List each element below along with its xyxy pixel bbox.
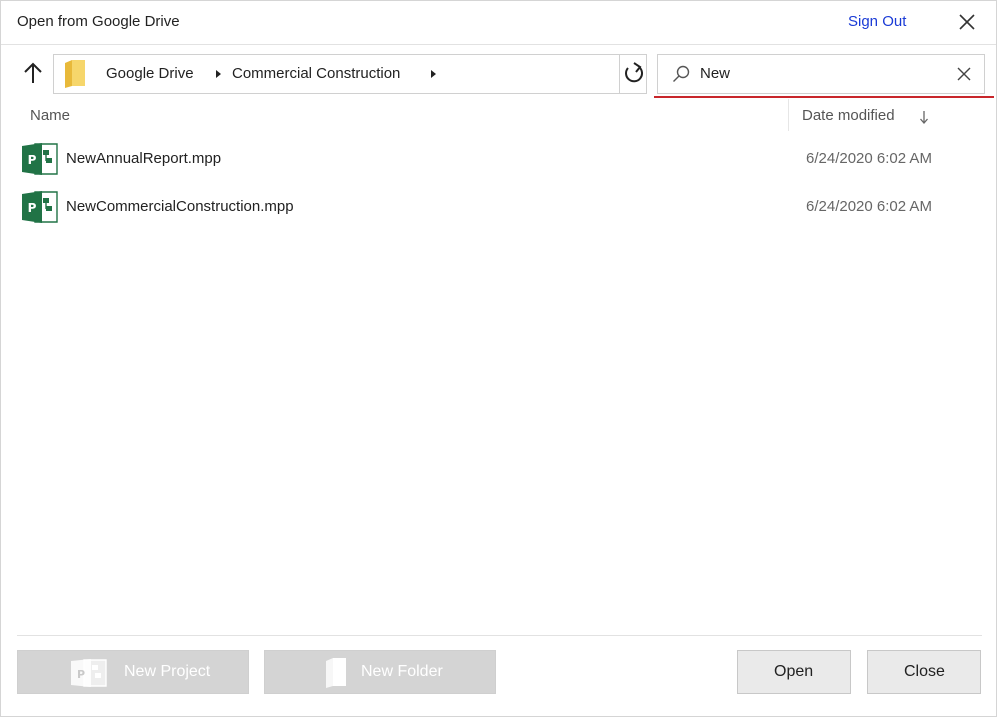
breadcrumb-item-commercial-construction[interactable]: Commercial Construction	[232, 65, 400, 82]
open-label: Open	[774, 663, 814, 680]
project-file-icon: P	[22, 191, 58, 223]
open-button[interactable]: Open	[737, 650, 851, 694]
file-name[interactable]: NewAnnualReport.mpp	[66, 150, 221, 167]
svg-text:P: P	[28, 201, 37, 215]
new-project-button[interactable]: P New Project	[17, 650, 249, 694]
search-icon	[673, 65, 690, 82]
file-row[interactable]: P NewCommercialConstruction.mpp 6/24/202…	[19, 187, 979, 227]
sort-descending-icon	[920, 111, 928, 124]
file-date-modified: 6/24/2020 6:02 AM	[806, 198, 932, 215]
breadcrumb-item-google-drive[interactable]: Google Drive	[106, 65, 194, 82]
footer-divider	[17, 635, 982, 636]
file-row[interactable]: P NewAnnualReport.mpp 6/24/2020 6:02 AM	[19, 139, 979, 179]
column-divider[interactable]	[788, 99, 789, 131]
search-input[interactable]: New	[657, 54, 985, 94]
close-button[interactable]: Close	[867, 650, 981, 694]
project-file-icon: P	[71, 659, 107, 687]
dialog-title: Open from Google Drive	[17, 13, 180, 30]
close-icon[interactable]	[956, 11, 978, 33]
search-query[interactable]: New	[700, 65, 730, 82]
folder-icon	[65, 60, 85, 88]
sign-out-link[interactable]: Sign Out	[848, 13, 906, 30]
column-header-name[interactable]: Name	[30, 107, 70, 124]
new-folder-label: New Folder	[361, 663, 443, 680]
up-arrow-icon[interactable]	[21, 61, 45, 87]
file-name[interactable]: NewCommercialConstruction.mpp	[66, 198, 294, 215]
new-folder-button[interactable]: New Folder	[264, 650, 496, 694]
file-date-modified: 6/24/2020 6:02 AM	[806, 150, 932, 167]
breadcrumb: Google Drive Commercial Construction	[53, 54, 647, 94]
close-label: Close	[904, 663, 945, 680]
new-project-label: New Project	[124, 663, 211, 680]
search-focus-underline	[654, 96, 994, 98]
project-file-icon: P	[22, 143, 58, 175]
refresh-button[interactable]	[619, 55, 647, 93]
refresh-icon	[625, 62, 644, 83]
svg-text:P: P	[77, 668, 85, 681]
title-bar: Open from Google Drive Sign Out	[1, 1, 996, 45]
folder-icon	[326, 658, 346, 688]
column-header-date-modified[interactable]: Date modified	[802, 107, 895, 124]
clear-search-icon[interactable]	[956, 66, 972, 82]
svg-text:P: P	[28, 153, 37, 167]
chevron-right-icon[interactable]	[431, 70, 436, 78]
open-dialog: Open from Google Drive Sign Out Google D…	[0, 0, 997, 717]
chevron-right-icon[interactable]	[216, 70, 221, 78]
